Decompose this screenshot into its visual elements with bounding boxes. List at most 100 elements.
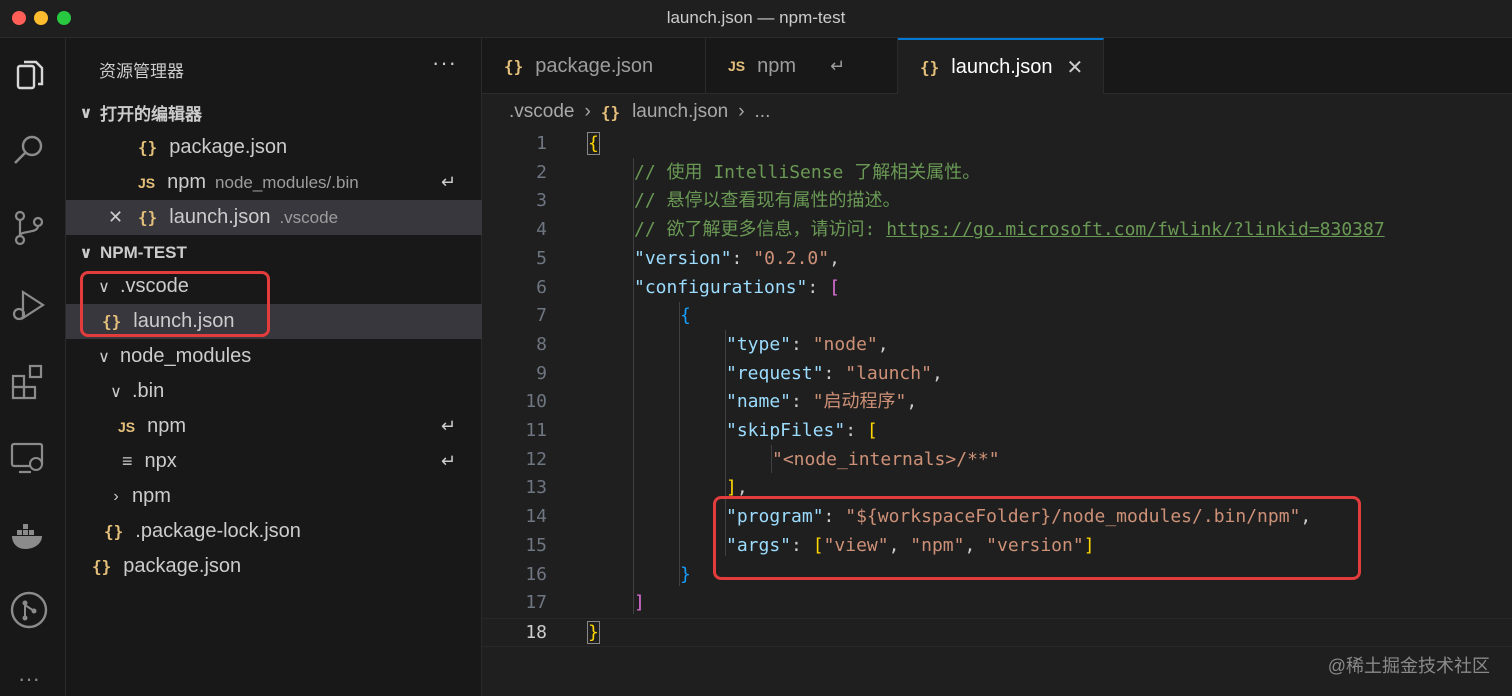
code-text: { [587,130,600,159]
tab-npm[interactable]: JS npm ↵ [706,38,898,94]
line-number: 10 [525,391,547,413]
annotation-highlight-box [713,496,1361,580]
code-line: 2 // 使用 IntelliSense 了解相关属性。 [482,159,1512,188]
line-number: 13 [525,477,547,499]
breadcrumb: .vscode › {} launch.json › ... [482,94,1512,130]
chevron-right-icon: › [113,487,119,505]
js-file-icon: JS [728,58,746,74]
code-line: 11 "skipFiles": [ [482,417,1512,446]
editor-tabs: {} package.json JS npm ↵ {} launch.json … [482,38,1512,94]
code-editor[interactable]: 1 { 2// 使用 IntelliSense 了解相关属性。 3 // 悬停以查看… [482,130,1512,696]
tree-folder[interactable]: ∨ node_modules [66,339,482,374]
line-number: 18 [525,621,547,643]
open-editor-name: package.json [169,136,288,158]
open-editors-section[interactable]: ∨ 打开的编辑器 [66,95,482,130]
tab-label: package.json [535,54,654,77]
breadcrumb-folder[interactable]: .vscode [509,101,574,123]
code-line: 6 "configurations": [ [482,274,1512,303]
tree-item-label: npm [132,485,171,507]
line-number: 15 [525,534,547,556]
code-text: // 悬停以查看现有属性的描述。 [634,187,901,216]
code-text: "skipFiles": [ [726,420,878,441]
comment: // 悬停以查看现有属性的描述。 [634,190,901,212]
open-editor-item[interactable]: JS npm node_modules/.bin ↵ [66,165,482,200]
explorer-sidebar: 资源管理器 ··· ∨ 打开的编辑器 {} package.json JS np… [66,38,482,696]
comment: // 欲了解更多信息，请访问: [634,219,887,241]
docker-icon[interactable] [9,516,49,556]
code-line: 8 "type": "node", [482,331,1512,360]
json-file-icon: {} [138,208,158,227]
brace: { [680,305,691,327]
tab-package-json[interactable]: {} package.json [482,38,706,94]
close-icon[interactable]: ✕ [108,207,128,228]
code-line-current: 18} [482,617,1512,648]
project-section[interactable]: ∨ NPM-TEST [66,235,482,270]
code-line: 10 "name": "启动程序", [482,388,1512,417]
open-editor-item[interactable]: {} package.json [66,130,482,165]
explorer-icon[interactable] [9,56,49,96]
tree-file[interactable]: ≡ npx ↵ [66,444,482,479]
source-control-icon[interactable] [9,208,49,248]
tree-file[interactable]: {} .package-lock.json [66,514,482,549]
line-number: 3 [536,190,547,212]
bracket: [ [866,420,878,441]
code-text: "request": "launch", [726,362,943,384]
json-value: "启动程序" [812,391,907,413]
line-number: 12 [525,448,547,470]
project-title: NPM-TEST [100,242,187,262]
tree-folder[interactable]: ∨ .bin [66,374,482,409]
extensions-icon[interactable] [9,362,49,402]
code-line: 9 "request": "launch", [482,360,1512,389]
code-line: 4 // 欲了解更多信息，请访问: https://go.microsoft.co… [482,216,1512,245]
code-text: "<node_internals>/**" [772,446,1000,475]
close-icon[interactable]: ✕ [1066,55,1083,80]
code-text: "version": "0.2.0", [634,247,840,269]
code-text: { [680,302,691,331]
tab-label: launch.json [951,55,1053,78]
open-editor-item-active[interactable]: ✕ {} launch.json .vscode [66,200,482,235]
chevron-down-icon: ∨ [110,383,122,401]
line-number: 6 [536,276,547,298]
tree-file[interactable]: JS npm ↵ [66,409,482,444]
line-number: 9 [536,362,547,384]
chevron-right-icon: › [738,101,745,122]
tree-item-label: node_modules [120,345,252,367]
more-actions-icon[interactable]: ··· [432,50,457,76]
json-file-icon: {} [504,56,524,76]
tree-folder[interactable]: › npm [66,479,482,514]
json-key: "name" [726,391,792,413]
remote-explorer-icon[interactable] [9,438,49,478]
line-number: 16 [525,563,547,585]
breadcrumb-rest[interactable]: ... [755,101,771,123]
line-number: 1 [536,133,547,154]
tree-file[interactable]: {} package.json [66,549,482,584]
git-graph-icon[interactable] [9,590,49,630]
more-icon[interactable]: ··· [9,666,49,691]
text-file-icon: ≡ [122,451,133,471]
code-line: 5 "version": "0.2.0", [482,245,1512,274]
brace: { [587,132,600,155]
code-text: "name": "启动程序", [726,391,918,413]
comment-link[interactable]: https://go.microsoft.com/fwlink/?linkid=… [886,219,1385,240]
json-key: "type" [726,333,792,355]
search-icon[interactable] [9,130,49,170]
open-editor-path: .vscode [279,207,339,227]
json-file-icon: {} [600,102,621,122]
line-number: 17 [525,592,547,614]
json-file-icon: {} [92,557,112,576]
breadcrumb-file[interactable]: launch.json [632,101,728,123]
window-title: launch.json — npm-test [666,8,846,27]
chevron-right-icon: › [584,101,591,122]
tab-label: npm [757,54,797,77]
tree-item-label: package.json [123,555,242,577]
code-text: "type": "node", [726,333,889,355]
code-line: 3 // 悬停以查看现有属性的描述。 [482,187,1512,216]
run-debug-icon[interactable] [9,286,49,326]
tab-launch-json[interactable]: {} launch.json ✕ [898,38,1104,94]
line-number: 5 [536,247,547,269]
open-editor-path: node_modules/.bin [215,172,359,192]
code-text: "configurations": [ [634,276,840,298]
chevron-down-icon: ∨ [98,348,110,366]
bracket: [ [829,276,840,298]
code-text: } [587,619,600,648]
